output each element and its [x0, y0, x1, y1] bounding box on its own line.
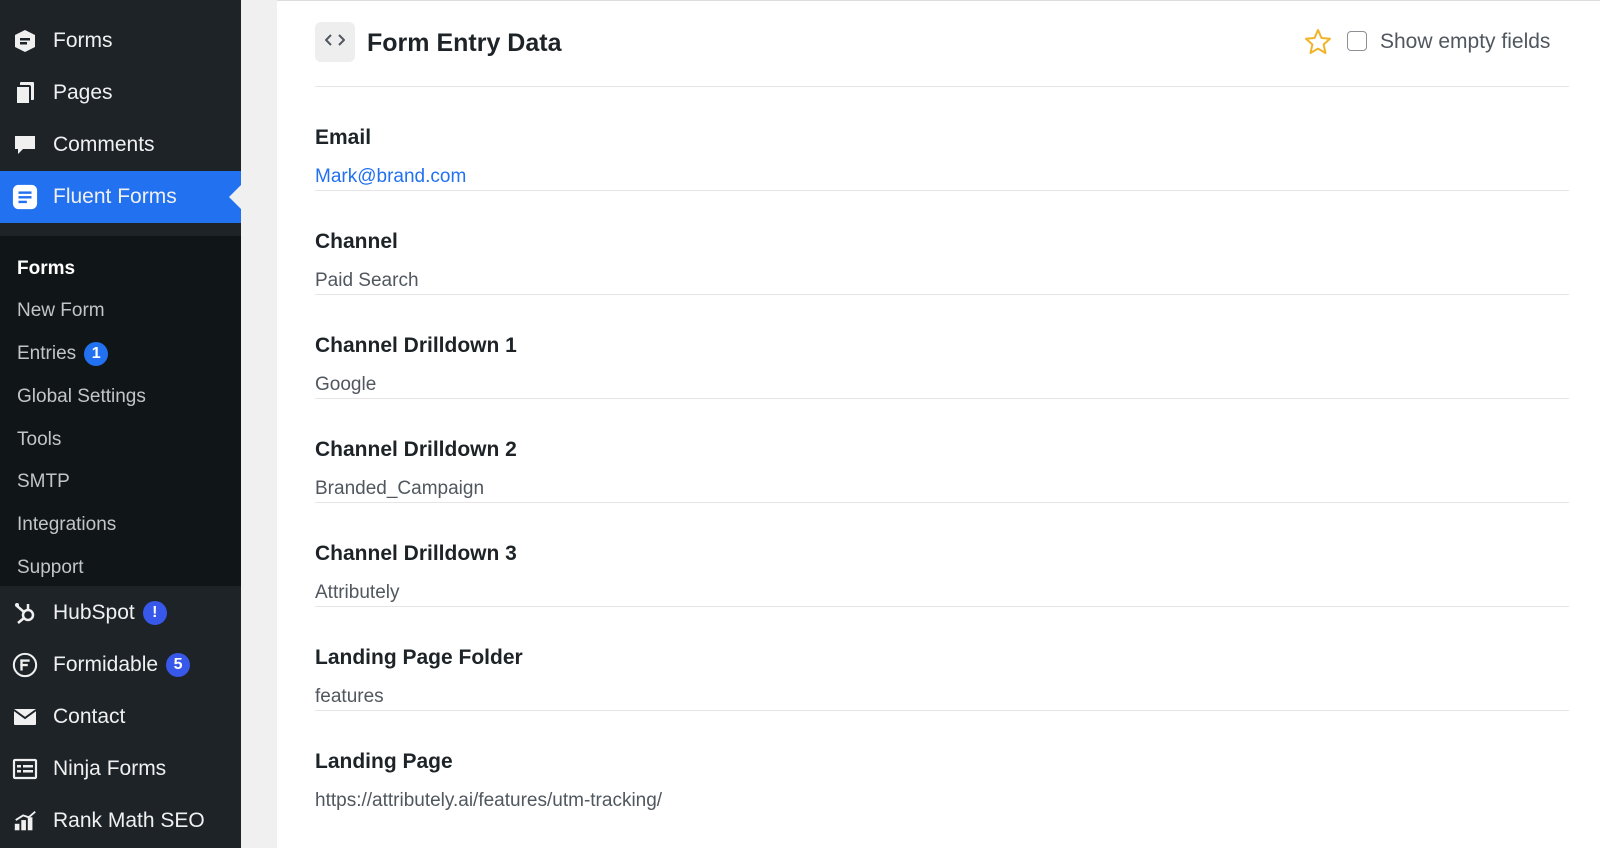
hubspot-alert-badge: !	[142, 601, 167, 625]
submenu-item-new-form[interactable]: New Form	[17, 296, 105, 326]
field-label: Channel	[315, 230, 398, 253]
sidebar-item-label: Ninja Forms	[53, 757, 167, 780]
ninja-forms-icon	[12, 756, 38, 782]
entry-field-channel-drilldown-1: Channel Drilldown 1 Google	[315, 295, 1569, 399]
submenu-item-label: Integrations	[17, 514, 117, 535]
sidebar-item-label: Pages	[53, 81, 113, 104]
submenu-item-label: SMTP	[17, 471, 70, 492]
entry-field-channel-drilldown-3: Channel Drilldown 3 Attributely	[315, 503, 1569, 607]
field-label: Channel Drilldown 3	[315, 542, 517, 565]
sidebar-item-contact[interactable]: Contact	[0, 691, 241, 743]
submenu-item-tools[interactable]: Tools	[17, 425, 61, 455]
submenu-item-label: Tools	[17, 429, 62, 450]
pages-icon	[12, 80, 38, 106]
admin-sidebar: Forms Pages Comments Fluent Forms Forms …	[0, 0, 241, 848]
submenu-item-smtp[interactable]: SMTP	[17, 467, 70, 497]
show-empty-fields-label[interactable]: Show empty fields	[1380, 29, 1550, 55]
submenu-item-label: Support	[17, 557, 84, 578]
sidebar-item-label: Formidable	[53, 653, 159, 676]
sidebar-item-forms[interactable]: Forms	[0, 15, 241, 67]
sidebar-item-label: Contact	[53, 705, 126, 728]
field-value: https://attributely.ai/features/utm-trac…	[315, 790, 663, 811]
formidable-count-badge: 5	[166, 653, 191, 677]
sidebar-item-label: HubSpot	[53, 601, 135, 624]
entry-field-channel-drilldown-2: Channel Drilldown 2 Branded_Campaign	[315, 399, 1569, 503]
code-toggle-button[interactable]	[315, 22, 355, 62]
entry-field-email: Email Mark@brand.com	[315, 87, 1569, 191]
email-link[interactable]: Mark@brand.com	[315, 165, 466, 189]
field-value: Paid Search	[315, 270, 419, 291]
sidebar-item-fluent-forms[interactable]: Fluent Forms	[0, 171, 241, 223]
star-icon[interactable]	[1303, 27, 1333, 57]
submenu-item-support[interactable]: Support	[17, 553, 84, 583]
field-value: features	[315, 686, 384, 707]
sidebar-item-label: Forms	[53, 29, 113, 52]
field-label: Landing Page	[315, 750, 453, 773]
field-value: Branded_Campaign	[315, 478, 485, 499]
sidebar-item-comments[interactable]: Comments	[0, 119, 241, 171]
panel-header: Form Entry Data Show empty fields	[315, 1, 1569, 87]
hubspot-icon	[12, 600, 38, 626]
sidebar-item-label: Fluent Forms	[53, 185, 177, 208]
form-entry-panel: Form Entry Data Show empty fields Email …	[277, 0, 1600, 848]
field-label: Channel Drilldown 1	[315, 334, 517, 357]
submenu-item-label: Global Settings	[17, 386, 146, 407]
entry-field-channel: Channel Paid Search	[315, 191, 1569, 295]
submenu-item-label: New Form	[17, 300, 105, 321]
submenu-item-forms[interactable]: Forms	[17, 254, 75, 284]
field-value: Attributely	[315, 582, 400, 603]
submenu-item-integrations[interactable]: Integrations	[17, 510, 116, 540]
code-icon	[324, 33, 346, 52]
fluent-forms-icon	[12, 184, 38, 210]
submenu-item-global-settings[interactable]: Global Settings	[17, 382, 146, 412]
sidebar-item-label: Comments	[53, 133, 155, 156]
sidebar-item-ninja-forms[interactable]: Ninja Forms	[0, 743, 241, 795]
entry-field-landing-page-folder: Landing Page Folder features	[315, 607, 1569, 711]
field-value: Google	[315, 374, 377, 395]
entry-field-landing-page: Landing Page https://attributely.ai/feat…	[315, 711, 1569, 831]
fluent-forms-submenu: Forms New Form Entries 1 Global Settings…	[0, 236, 241, 586]
comments-icon	[12, 132, 38, 158]
submenu-item-entries[interactable]: Entries 1	[17, 339, 109, 369]
show-empty-fields-checkbox[interactable]	[1347, 31, 1367, 51]
entries-count-badge: 1	[84, 342, 109, 366]
submenu-item-label: Entries	[17, 343, 77, 364]
sidebar-item-hubspot[interactable]: HubSpot !	[0, 587, 241, 639]
field-label: Channel Drilldown 2	[315, 438, 517, 461]
envelope-icon	[12, 704, 38, 730]
rank-math-icon	[12, 808, 38, 834]
content-gutter	[241, 0, 277, 848]
sidebar-item-rank-math[interactable]: Rank Math SEO	[0, 795, 241, 847]
page-title: Form Entry Data	[367, 29, 562, 57]
sidebar-item-pages[interactable]: Pages	[0, 67, 241, 119]
sidebar-item-formidable[interactable]: Formidable 5	[0, 639, 241, 691]
form-icon	[12, 28, 38, 54]
sidebar-item-label: Rank Math SEO	[53, 809, 205, 832]
field-label: Email	[315, 126, 372, 149]
field-label: Landing Page Folder	[315, 646, 523, 669]
submenu-item-label: Forms	[17, 258, 76, 279]
formidable-icon	[12, 652, 38, 678]
